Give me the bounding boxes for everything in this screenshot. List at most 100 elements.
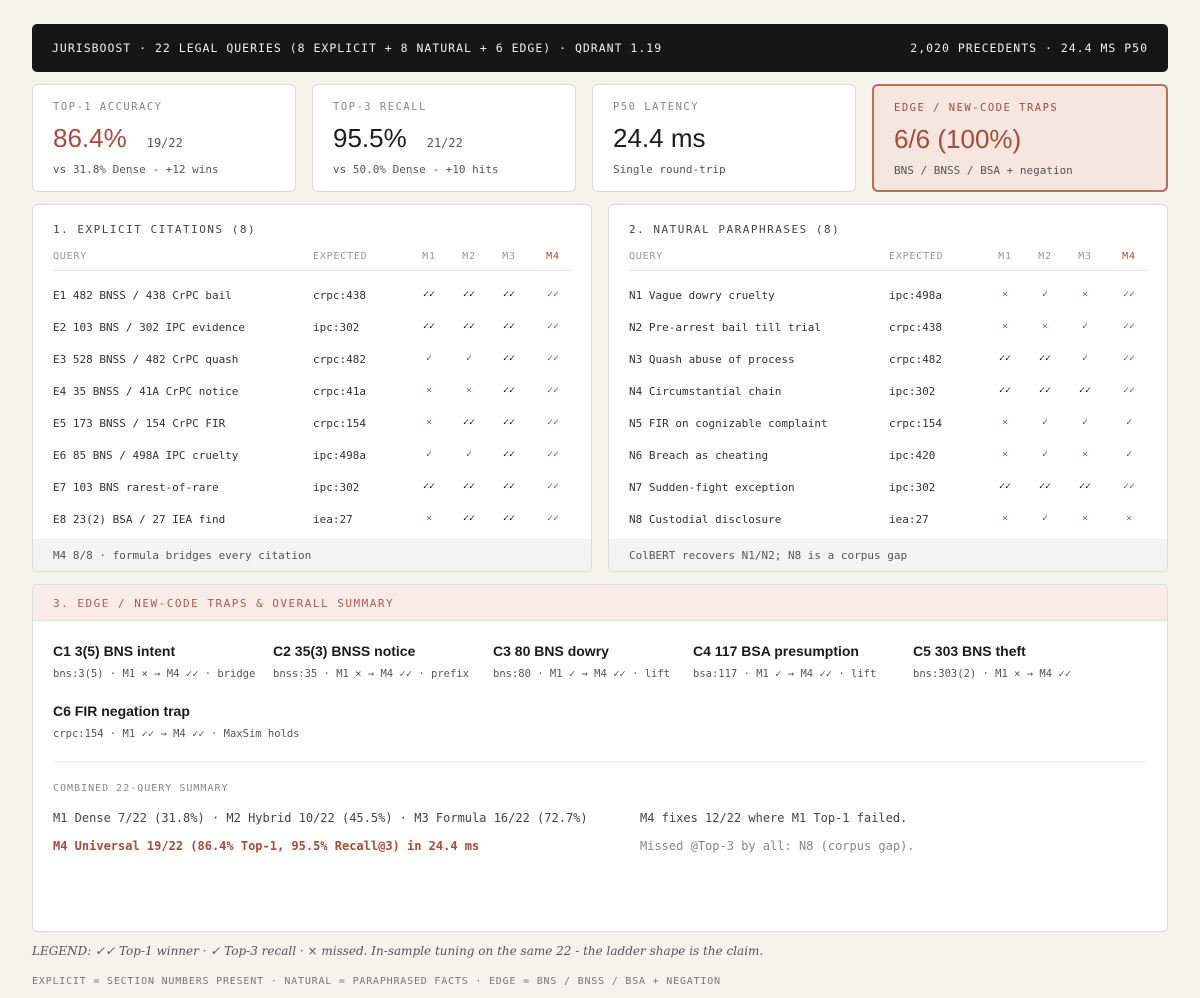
query-cell: E3 528 BNSS / 482 CrPC quash xyxy=(53,353,239,366)
table-row: E5 173 BNSS / 154 CrPC FIR crpc:154 × ✓✓ ✓✓ ✓… xyxy=(53,409,573,441)
m3-result-mark: ✓✓ xyxy=(502,513,516,524)
m1-result-mark: × xyxy=(425,417,433,428)
trap-item: C4 117 BSA presumption bsa:117 · M1 ✓ → … xyxy=(693,643,876,680)
col-expected: EXPECTED xyxy=(889,251,944,262)
m4-result-mark: ✓✓ xyxy=(1122,289,1136,300)
trap-item: C5 303 BNS theft bns:303(2) · M1 × → M4 … xyxy=(913,643,1071,680)
stat-value: 24.4 ms xyxy=(613,123,706,153)
col-m4: M4 xyxy=(546,251,560,262)
table-row: N1 Vague dowry cruelty ipc:498a × ✓ × ✓✓ xyxy=(629,281,1149,313)
table-row: N5 FIR on cognizable complaint crpc:154 × ✓… xyxy=(629,409,1149,441)
m3-result-mark: ✓✓ xyxy=(502,481,516,492)
query-cell: N2 Pre-arrest bail till trial xyxy=(629,321,822,334)
trap-detail: bsa:117 · M1 ✓ → M4 ✓✓ · lift xyxy=(693,668,877,680)
m1-result-mark: × xyxy=(425,385,433,396)
trap-title: C1 3(5) BNS intent xyxy=(53,643,176,659)
trap-detail: crpc:154 · M1 ✓✓ → M4 ✓✓ · MaxSim holds xyxy=(53,728,300,740)
m3-result-mark: ✓✓ xyxy=(502,417,516,428)
stat-card-latency: P50 LATENCY 24.4 ms Single round-trip xyxy=(592,84,856,192)
trap-item: C3 80 BNS dowry bns:80 · M1 ✓ → M4 ✓✓ · … xyxy=(493,643,670,680)
stat-label: P50 LATENCY xyxy=(613,101,700,113)
col-m2: M2 xyxy=(462,251,476,262)
results-table: N1 Vague dowry cruelty ipc:498a × ✓ × ✓✓ N2 Pr… xyxy=(629,281,1149,537)
table-row: N2 Pre-arrest bail till trial crpc:438 × × ✓… xyxy=(629,313,1149,345)
m4-result-mark: ✓✓ xyxy=(1122,385,1136,396)
query-cell: E1 482 BNSS / 438 CrPC bail xyxy=(53,289,232,302)
m4-result-mark: ✓✓ xyxy=(546,385,560,396)
expected-cell: crpc:154 xyxy=(889,417,942,430)
query-cell: N1 Vague dowry cruelty xyxy=(629,289,775,302)
m2-result-mark: ✓ xyxy=(465,353,473,364)
col-query: QUERY xyxy=(629,251,664,262)
header-title: JURISBOOST · 22 LEGAL QUERIES (8 EXPLICI… xyxy=(52,41,663,55)
m3-result-mark: × xyxy=(1081,289,1089,300)
table-row: N4 Circumstantial chain ipc:302 ✓✓ ✓✓ ✓✓ ✓✓ xyxy=(629,377,1149,409)
trap-title: C3 80 BNS dowry xyxy=(493,643,609,659)
stat-card-top1: TOP-1 ACCURACY 86.4% 19/22 vs 31.8% Dens… xyxy=(32,84,296,192)
query-cell: N4 Circumstantial chain xyxy=(629,385,782,398)
table-row: E7 103 BNS rarest-of-rare ipc:302 ✓✓ ✓✓ ✓✓ ✓✓ xyxy=(53,473,573,505)
m4-result-mark: ✓ xyxy=(1125,449,1133,460)
m4-result-mark: ✓✓ xyxy=(546,513,560,524)
m2-result-mark: ✓✓ xyxy=(462,481,476,492)
trap-title: C2 35(3) BNSS notice xyxy=(273,643,416,659)
stat-subtext: vs 31.8% Dense - +12 wins xyxy=(53,163,219,176)
m1-result-mark: ✓✓ xyxy=(422,289,436,300)
trap-detail: bns:303(2) · M1 × → M4 ✓✓ xyxy=(913,668,1072,680)
footnote: EXPLICIT = SECTION NUMBERS PRESENT · NAT… xyxy=(32,976,721,987)
table-row: E3 528 BNSS / 482 CrPC quash crpc:482 ✓ ✓ ✓✓… xyxy=(53,345,573,377)
m1-result-mark: ✓✓ xyxy=(998,481,1012,492)
stat-value: 95.5% xyxy=(333,123,407,153)
m1-result-mark: ✓ xyxy=(425,449,433,460)
trap-detail: bnss:35 · M1 × → M4 ✓✓ · prefix xyxy=(273,668,469,680)
expected-cell: ipc:302 xyxy=(313,481,360,494)
edge-traps-summary-section: 3. EDGE / NEW-CODE TRAPS & OVERALL SUMMA… xyxy=(32,584,1168,932)
m4-result-mark: ✓✓ xyxy=(1122,353,1136,364)
results-table: E1 482 BNSS / 438 CrPC bail crpc:438 ✓✓ ✓✓ ✓… xyxy=(53,281,573,537)
col-query: QUERY xyxy=(53,251,88,262)
expected-cell: crpc:482 xyxy=(889,353,942,366)
m2-result-mark: ✓✓ xyxy=(462,513,476,524)
m1-result-mark: ✓ xyxy=(425,353,433,364)
expected-cell: ipc:302 xyxy=(889,385,936,398)
m2-result-mark: × xyxy=(465,385,473,396)
expected-cell: iea:27 xyxy=(313,513,353,526)
m1-result-mark: ✓✓ xyxy=(998,385,1012,396)
summary-missed: Missed @Top-3 by all: N8 (corpus gap). xyxy=(640,839,915,853)
m1-result-mark: × xyxy=(1001,417,1009,428)
m2-result-mark: ✓ xyxy=(1041,289,1049,300)
table-row: N3 Quash abuse of process crpc:482 ✓✓ ✓✓ ✓ ✓✓ xyxy=(629,345,1149,377)
m3-result-mark: ✓✓ xyxy=(1078,385,1092,396)
m2-result-mark: ✓✓ xyxy=(1038,481,1052,492)
query-cell: N7 Sudden-fight exception xyxy=(629,481,795,494)
m4-result-mark: ✓✓ xyxy=(546,353,560,364)
m1-result-mark: ✓✓ xyxy=(998,353,1012,364)
m3-result-mark: ✓✓ xyxy=(502,449,516,460)
m2-result-mark: ✓✓ xyxy=(462,417,476,428)
col-m1: M1 xyxy=(422,251,436,262)
m3-result-mark: ✓✓ xyxy=(502,353,516,364)
stat-subtext: vs 50.0% Dense - +10 hits xyxy=(333,163,499,176)
table-row: N6 Breach as cheating ipc:420 × ✓ × ✓ xyxy=(629,441,1149,473)
m2-result-mark: ✓✓ xyxy=(1038,353,1052,364)
panel-natural-paraphrases: 2. NATURAL PARAPHRASES (8) QUERY EXPECTE… xyxy=(608,204,1168,572)
trap-item: C1 3(5) BNS intent bns:3(5) · M1 × → M4 … xyxy=(53,643,255,680)
expected-cell: ipc:420 xyxy=(889,449,936,462)
m4-result-mark: ✓✓ xyxy=(1122,321,1136,332)
m1-result-mark: × xyxy=(1001,289,1009,300)
m3-result-mark: ✓ xyxy=(1081,353,1089,364)
query-cell: N3 Quash abuse of process xyxy=(629,353,795,366)
expected-cell: crpc:438 xyxy=(313,289,366,302)
query-cell: N5 FIR on cognizable complaint xyxy=(629,417,828,430)
summary-fixes: M4 fixes 12/22 where M1 Top-1 failed. xyxy=(640,811,908,825)
table-row: E8 23(2) BSA / 27 IEA find iea:27 × ✓✓ ✓✓ ✓✓ xyxy=(53,505,573,537)
trap-item: C6 FIR negation trap crpc:154 · M1 ✓✓ → … xyxy=(53,703,300,740)
stat-label: EDGE / NEW-CODE TRAPS xyxy=(894,102,1059,114)
table-header: QUERY EXPECTED M1 M2 M3 M4 xyxy=(629,251,1149,271)
m1-result-mark: ✓✓ xyxy=(422,321,436,332)
stat-label: TOP-1 ACCURACY xyxy=(53,101,163,113)
table-row: E1 482 BNSS / 438 CrPC bail crpc:438 ✓✓ ✓✓ ✓… xyxy=(53,281,573,313)
m4-result-mark: ✓ xyxy=(1125,417,1133,428)
expected-cell: iea:27 xyxy=(889,513,929,526)
query-cell: E5 173 BNSS / 154 CrPC FIR xyxy=(53,417,226,430)
